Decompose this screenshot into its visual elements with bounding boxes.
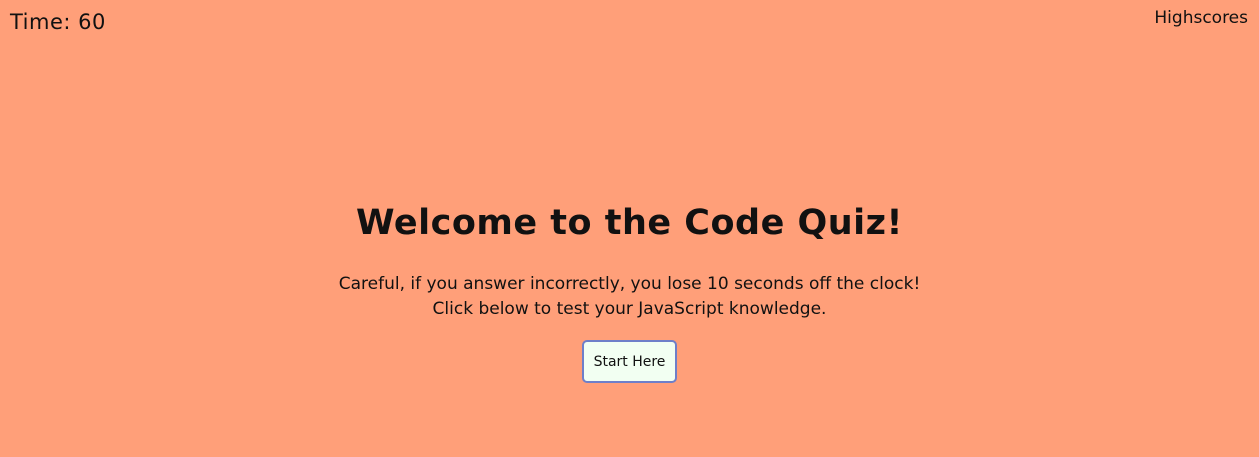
- highscores-link[interactable]: Highscores: [1154, 8, 1248, 28]
- start-button[interactable]: Start Here: [581, 340, 678, 383]
- intro-text: Careful, if you answer incorrectly, you …: [0, 272, 1259, 322]
- timer-display: Time: 60: [10, 10, 106, 34]
- intro-line-2: Click below to test your JavaScript know…: [432, 299, 827, 319]
- page-title: Welcome to the Code Quiz!: [355, 203, 904, 243]
- intro-line-1: Careful, if you answer incorrectly, you …: [338, 274, 921, 294]
- welcome-section: Welcome to the Code Quiz! Careful, if yo…: [0, 196, 1259, 383]
